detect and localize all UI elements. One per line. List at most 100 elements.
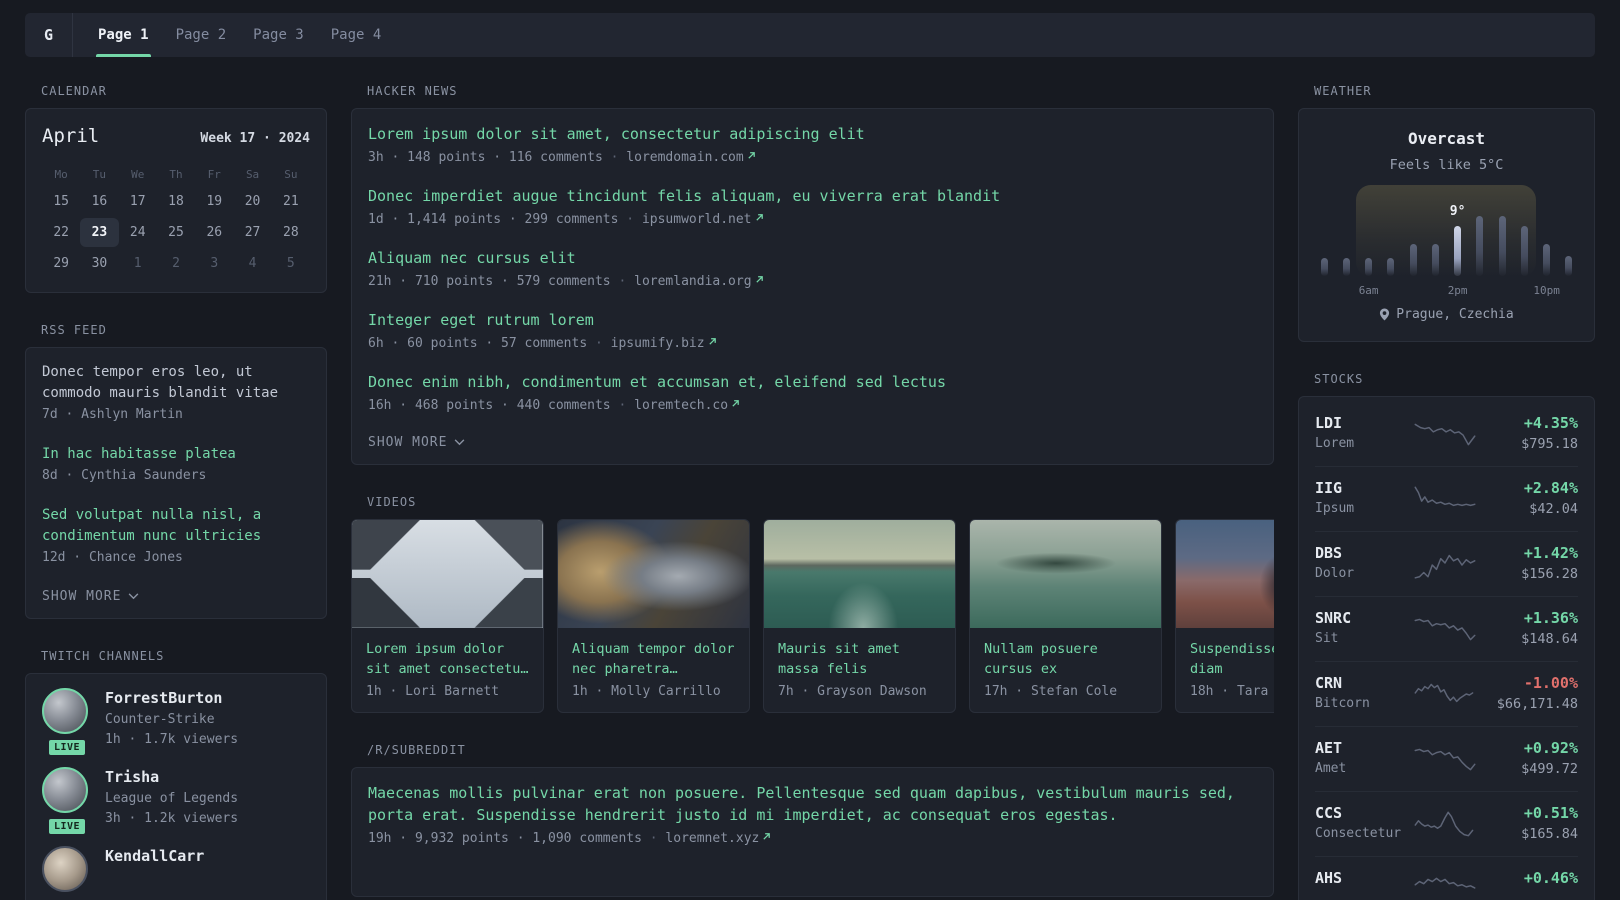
hackernews-item-domain[interactable]: loremlandia.org [634,274,751,289]
weather-temp-bar[interactable] [1409,244,1417,276]
stock-ticker: IIG [1315,479,1343,497]
calendar-day[interactable]: 2 [157,249,195,278]
channel-avatar[interactable] [42,846,88,892]
stock-row[interactable]: SNRC Sit +1.36% $148.64 [1315,596,1578,661]
weather-temp-bar[interactable] [1565,256,1573,276]
weather-temp-bar[interactable] [1387,258,1395,276]
hackernews-item-domain[interactable]: ipsumworld.net [642,212,752,227]
app-logo[interactable]: G [25,13,72,57]
hackernews-item-domain[interactable]: ipsumify.biz [611,336,705,351]
weather-temp-bar[interactable] [1431,244,1439,276]
calendar-day[interactable]: 18 [157,187,195,216]
stock-name [1315,889,1407,900]
hackernews-item-stats: 6h · 60 points · 57 comments [368,336,588,351]
calendar-day[interactable]: 25 [157,218,195,247]
calendar-day[interactable]: 15 [42,187,80,216]
weather-temp-bar[interactable] [1543,244,1551,276]
video-card[interactable]: Aliquam tempor dolor nec pharetra… 1h · … [557,519,750,713]
calendar-day[interactable]: 22 [42,218,80,247]
video-title[interactable]: Mauris sit amet massa felis [778,639,941,679]
channel-avatar[interactable] [42,767,88,813]
weather-temp-bar[interactable] [1342,258,1350,276]
stock-row[interactable]: AET Amet +0.92% $499.72 [1315,726,1578,791]
weather-temp-bar[interactable] [1520,226,1528,276]
rss-item-title[interactable]: Donec tempor eros leo, ut commodo mauris… [42,362,310,404]
hackernews-item-title[interactable]: Donec imperdiet augue tincidunt felis al… [368,185,1257,207]
video-card[interactable]: Lorem ipsum dolor sit amet consectetu… 1… [351,519,544,713]
calendar-day[interactable]: 26 [195,218,233,247]
stock-quote: +1.36% $148.64 [1483,608,1578,649]
calendar-day[interactable]: 28 [272,218,310,247]
calendar-day[interactable]: 3 [195,249,233,278]
rss-show-more-button[interactable]: SHOW MORE [42,589,139,604]
calendar-day[interactable]: 17 [119,187,157,216]
twitch-avatar-wrap: LIVE [42,767,90,836]
calendar-day[interactable]: 24 [119,218,157,247]
calendar-day[interactable]: 4 [233,249,271,278]
weather-hourly-chart: 6am 9° 2pm 10pm [1313,185,1580,297]
video-thumbnail[interactable] [970,520,1161,628]
channel-avatar[interactable] [42,688,88,734]
twitch-widget: TWITCH CHANNELS LIVE ForrestBurton Count… [25,649,327,900]
twitch-channel-name[interactable]: Trisha [105,767,238,788]
video-card[interactable]: Suspendisse diam 18h · Tara [1175,519,1274,713]
video-thumbnail[interactable] [558,520,749,628]
subreddit-post-domain[interactable]: loremnet.xyz [665,831,759,846]
hackernews-item-domain[interactable]: loremtech.co [634,398,728,413]
weather-temp-bar[interactable] [1320,258,1328,276]
stock-row[interactable]: AHS +0.46% [1315,856,1578,900]
calendar-day[interactable]: 19 [195,187,233,216]
weather-temp-bar[interactable] [1365,258,1373,276]
calendar-day[interactable]: 1 [119,249,157,278]
twitch-channel-name[interactable]: ForrestBurton [105,688,238,709]
hackernews-item-title[interactable]: Donec enim nibh, condimentum et accumsan… [368,371,1257,393]
weather-hour-slot [1424,185,1446,297]
page-tab[interactable]: Page 2 [174,13,229,57]
calendar-day[interactable]: 16 [80,187,118,216]
weather-temp-bar[interactable] [1476,216,1484,276]
stock-row[interactable]: LDI Lorem +4.35% $795.18 [1315,402,1578,466]
hackernews-item-domain[interactable]: loremdomain.com [626,150,743,165]
weather-temp-bar[interactable] [1454,226,1462,276]
video-title[interactable]: Aliquam tempor dolor nec pharetra… [572,639,735,679]
calendar-day[interactable]: 30 [80,249,118,278]
hackernews-item-title[interactable]: Lorem ipsum dolor sit amet, consectetur … [368,123,1257,145]
video-thumbnail[interactable] [764,520,955,628]
hackernews-item-title[interactable]: Aliquam nec cursus elit [368,247,1257,269]
calendar-day[interactable]: 20 [233,187,271,216]
video-thumbnail[interactable] [352,520,543,628]
stock-price: $499.72 [1521,761,1578,777]
video-title[interactable]: Nullam posuere cursus ex [984,639,1147,679]
calendar-day[interactable]: 21 [272,187,310,216]
hackernews-item-title[interactable]: Integer eget rutrum lorem [368,309,1257,331]
page-tab[interactable]: Page 1 [96,13,151,57]
rss-item-title[interactable]: In hac habitasse platea [42,444,310,465]
subreddit-post-title[interactable]: Maecenas mollis pulvinar erat non posuer… [368,782,1257,826]
hackernews-show-more-button[interactable]: SHOW MORE [368,435,465,450]
video-thumbnail[interactable] [1176,520,1274,628]
video-title[interactable]: Lorem ipsum dolor sit amet consectetu… [366,639,529,679]
weather-hour-label: 6am [1358,284,1379,297]
video-card[interactable]: Mauris sit amet massa felis 7h · Grayson… [763,519,956,713]
weather-temp-bar[interactable] [1498,216,1506,276]
calendar-day[interactable]: 27 [233,218,271,247]
stock-row[interactable]: CRN Bitcorn -1.00% $66,171.48 [1315,661,1578,726]
weather-feels-like: Feels like 5°C [1389,157,1504,173]
video-card[interactable]: Nullam posuere cursus ex 17h · Stefan Co… [969,519,1162,713]
page-tab[interactable]: Page 4 [329,13,384,57]
stock-row[interactable]: CCS Consectetur +0.51% $165.84 [1315,791,1578,856]
stock-change-percent: +0.92% [1523,739,1578,757]
calendar-weekday-row: Mo Tu We Th Fr Sa Su [42,159,310,187]
stock-row[interactable]: DBS Dolor +1.42% $156.28 [1315,531,1578,596]
calendar-day[interactable]: 5 [272,249,310,278]
subreddit-post-meta: 19h · 9,932 points · 1,090 comments · lo… [368,828,1257,849]
topbar-divider [72,13,73,57]
page-tab[interactable]: Page 3 [251,13,306,57]
stock-row[interactable]: IIG Ipsum +2.84% $42.04 [1315,466,1578,531]
calendar-day[interactable]: 29 [42,249,80,278]
rss-item-title[interactable]: Sed volutpat nulla nisl, a condimentum n… [42,505,310,547]
subreddit-post: Maecenas mollis pulvinar erat non posuer… [368,782,1257,849]
twitch-channel-name[interactable]: KendallCarr [105,846,204,867]
calendar-day[interactable]: 23 [80,218,119,247]
video-title[interactable]: Suspendisse diam [1190,639,1274,679]
